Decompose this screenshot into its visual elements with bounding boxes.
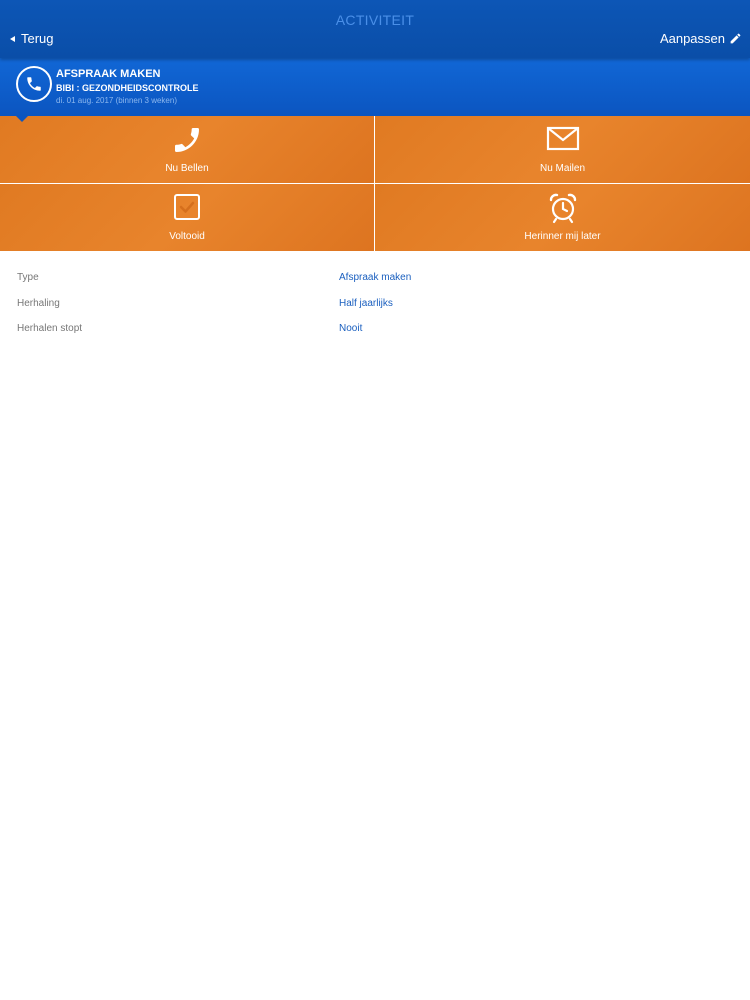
detail-row-repeat-stops: Herhalen stopt Nooit <box>0 303 750 334</box>
grid-divider-horizontal <box>0 183 750 184</box>
back-button[interactable]: Terug <box>10 31 54 46</box>
activity-title: AFSPRAAK MAKEN <box>56 68 161 80</box>
edit-button[interactable]: Aanpassen <box>660 31 742 46</box>
alarm-clock-icon <box>549 193 576 224</box>
detail-row-repeat: Herhaling Half jaarlijks <box>0 278 750 309</box>
page-title: ACTIVITEIT <box>335 12 415 28</box>
remind-later-label: Herinner mij later <box>524 231 601 242</box>
remind-later-button[interactable]: Herinner mij later <box>375 184 750 251</box>
header-pointer <box>16 116 28 122</box>
action-grid: Nu Bellen Nu Mailen Voltooid Herinner mi… <box>0 116 750 252</box>
edit-label: Aanpassen <box>659 31 725 46</box>
phone-icon <box>175 128 199 152</box>
back-label: Terug <box>21 31 54 46</box>
phone-icon <box>27 77 41 91</box>
mail-now-label: Nu Mailen <box>539 163 586 174</box>
mail-now-button[interactable]: Nu Mailen <box>375 116 750 183</box>
activity-subtitle: BIBI : GEZONDHEIDSCONTROLE <box>56 83 199 93</box>
completed-button[interactable]: Voltooid <box>0 184 374 251</box>
detail-label: Herhalen stopt <box>17 323 83 334</box>
activity-date: di. 01 aug. 2017 (binnen 3 weken) <box>56 96 177 105</box>
completed-label: Voltooid <box>169 231 205 242</box>
call-now-label: Nu Bellen <box>165 163 209 174</box>
activity-type-avatar <box>16 66 52 102</box>
detail-value: Nooit <box>339 323 363 334</box>
pencil-icon <box>730 33 741 44</box>
top-navigation-bar: ACTIVITEIT Terug Aanpassen <box>0 0 750 58</box>
detail-row-type: Type Afspraak maken <box>0 252 750 283</box>
mail-icon <box>546 126 579 151</box>
back-arrow-icon <box>10 35 15 42</box>
activity-header: AFSPRAAK MAKEN BIBI : GEZONDHEIDSCONTROL… <box>0 58 750 122</box>
grid-divider-vertical <box>374 116 375 252</box>
call-now-button[interactable]: Nu Bellen <box>0 116 374 183</box>
activity-details: Type Afspraak maken Herhaling Half jaarl… <box>0 252 750 334</box>
checkbox-icon <box>174 194 200 220</box>
